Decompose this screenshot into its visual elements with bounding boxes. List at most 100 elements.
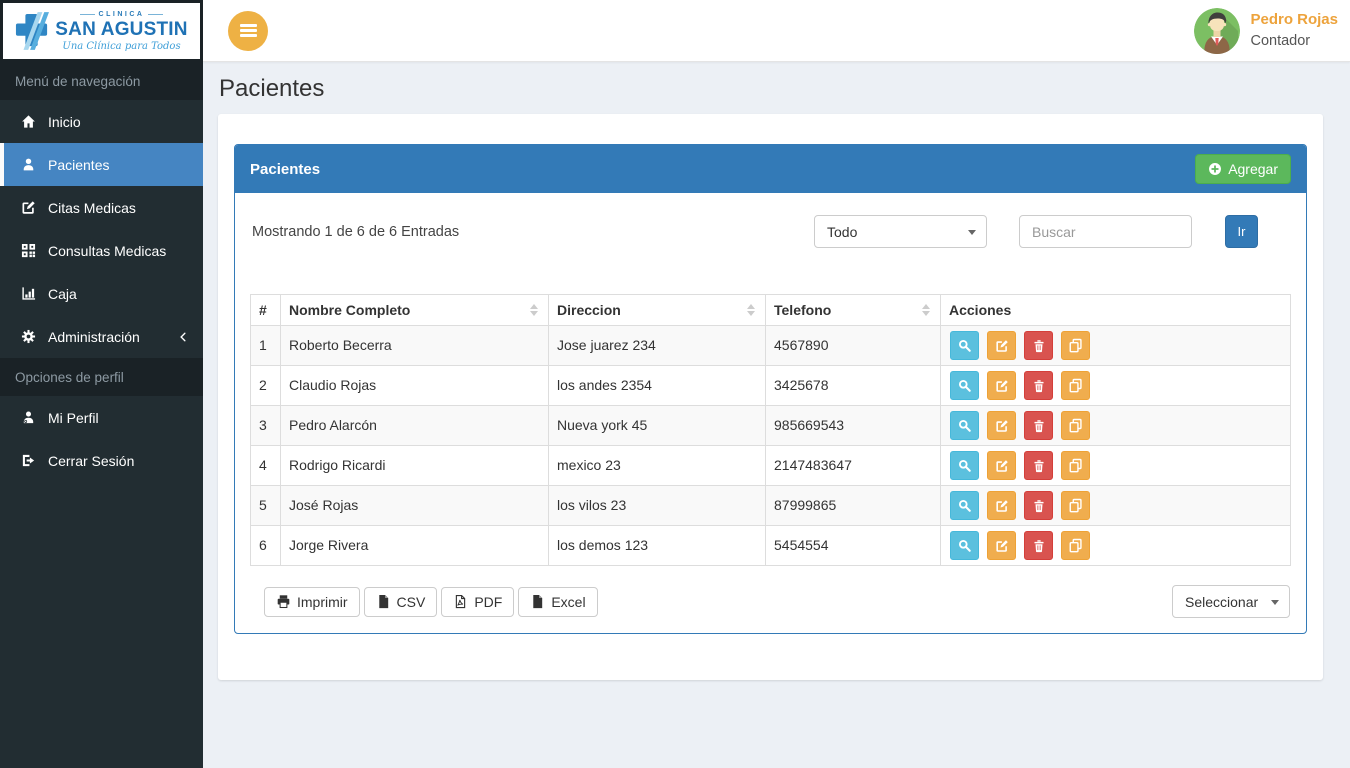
file-pdf-icon [453,594,468,609]
sidebar-item-label: Cerrar Sesión [48,453,134,469]
search-icon [957,498,972,513]
user-role: Contador [1250,31,1338,52]
table-row: 4 Rodrigo Ricardi mexico 23 2147483647 [251,446,1291,486]
page-title: Pacientes [218,62,1323,114]
delete-button[interactable] [1024,371,1053,400]
topbar: Pedro Rojas Contador [203,0,1350,62]
delete-button[interactable] [1024,411,1053,440]
view-button[interactable] [950,491,979,520]
copy-icon [1068,418,1083,433]
search-input[interactable] [1019,215,1192,248]
patient-phone: 5454554 [766,526,941,566]
table-row: 1 Roberto Becerra Jose juarez 234 456789… [251,326,1291,366]
delete-button[interactable] [1024,331,1053,360]
copy-button[interactable] [1061,531,1090,560]
bulk-action-select[interactable]: Seleccionar [1172,585,1290,618]
caret-down-icon [1271,600,1279,609]
sidebar-item-label: Administración [48,329,140,345]
copy-button[interactable] [1061,331,1090,360]
sort-icon [530,300,538,320]
bar-chart-icon [18,286,38,301]
table-row: 2 Claudio Rojas los andes 2354 3425678 [251,366,1291,406]
patient-name: Roberto Becerra [281,326,549,366]
excel-export-button[interactable]: Excel [518,587,597,617]
print-button[interactable]: Imprimir [264,587,360,617]
sidebar-item-administracion[interactable]: Administración [0,315,203,358]
sidebar-item-label: Caja [48,286,77,302]
table-row: 6 Jorge Rivera los demos 123 5454554 [251,526,1291,566]
showing-entries-text: Mostrando 1 de 6 de 6 Entradas [250,224,459,240]
patient-address: los demos 123 [549,526,766,566]
patient-phone: 985669543 [766,406,941,446]
row-number: 5 [251,486,281,526]
search-icon [957,338,972,353]
edit-button[interactable] [987,491,1016,520]
row-number: 4 [251,446,281,486]
edit-button[interactable] [987,411,1016,440]
view-button[interactable] [950,531,979,560]
patient-phone: 87999865 [766,486,941,526]
copy-icon [1068,338,1083,353]
sidebar-item-inicio[interactable]: Inicio [0,100,203,143]
delete-button[interactable] [1024,451,1053,480]
copy-button[interactable] [1061,491,1090,520]
column-header-address[interactable]: Direccion [549,295,766,326]
copy-button[interactable] [1061,451,1090,480]
sidebar-item-label: Citas Medicas [48,200,136,216]
user-name: Pedro Rojas [1250,9,1338,31]
sidebar-item-cerrar-sesion[interactable]: Cerrar Sesión [0,439,203,482]
edit-square-icon [995,499,1009,513]
copy-button[interactable] [1061,371,1090,400]
edit-button[interactable] [987,451,1016,480]
edit-button[interactable] [987,331,1016,360]
sidebar-item-label: Pacientes [48,157,109,173]
clinic-logo[interactable]: CLINICA SAN AGUSTIN Una Clínica para Tod… [0,0,203,62]
user-menu[interactable]: Pedro Rojas Contador [1194,8,1338,54]
sidebar-item-mi-perfil[interactable]: Mi Perfil [0,396,203,439]
view-button[interactable] [950,371,979,400]
sidebar-item-label: Mi Perfil [48,410,99,426]
edit-button[interactable] [987,531,1016,560]
pdf-export-button[interactable]: PDF [441,587,514,617]
sidebar-toggle-button[interactable] [228,11,268,51]
edit-square-icon [995,539,1009,553]
user-icon [18,157,38,172]
delete-button[interactable] [1024,531,1053,560]
row-actions [941,406,1291,446]
patients-panel: Pacientes Agregar Mostrando 1 de 6 de 6 … [234,144,1307,634]
view-button[interactable] [950,451,979,480]
sidebar: CLINICA SAN AGUSTIN Una Clínica para Tod… [0,0,203,768]
chevron-left-icon [177,331,189,343]
trash-icon [1032,499,1046,513]
go-button[interactable]: Ir [1225,215,1258,248]
sidebar-item-consultas-medicas[interactable]: Consultas Medicas [0,229,203,272]
file-icon [376,594,391,609]
sidebar-item-caja[interactable]: Caja [0,272,203,315]
column-header-name[interactable]: Nombre Completo [281,295,549,326]
brand-top-label: CLINICA [80,11,164,18]
sidebar-item-citas-medicas[interactable]: Citas Medicas [0,186,203,229]
csv-export-button[interactable]: CSV [364,587,438,617]
patient-address: los vilos 23 [549,486,766,526]
edit-square-icon [995,459,1009,473]
edit-button[interactable] [987,371,1016,400]
user-avatar [1194,8,1240,54]
patient-name: Rodrigo Ricardi [281,446,549,486]
brand-name: SAN AGUSTIN [55,20,187,39]
view-button[interactable] [950,411,979,440]
trash-icon [1032,339,1046,353]
row-actions [941,366,1291,406]
delete-button[interactable] [1024,491,1053,520]
view-button[interactable] [950,331,979,360]
add-patient-button[interactable]: Agregar [1195,154,1291,184]
copy-button[interactable] [1061,411,1090,440]
copy-icon [1068,538,1083,553]
column-header-phone[interactable]: Telefono [766,295,941,326]
edit-square-icon [995,419,1009,433]
sidebar-item-pacientes[interactable]: Pacientes [0,143,203,186]
search-icon [957,378,972,393]
clinic-cross-icon [15,12,49,50]
row-actions [941,526,1291,566]
filter-select[interactable]: Todo [814,215,987,248]
row-number: 2 [251,366,281,406]
